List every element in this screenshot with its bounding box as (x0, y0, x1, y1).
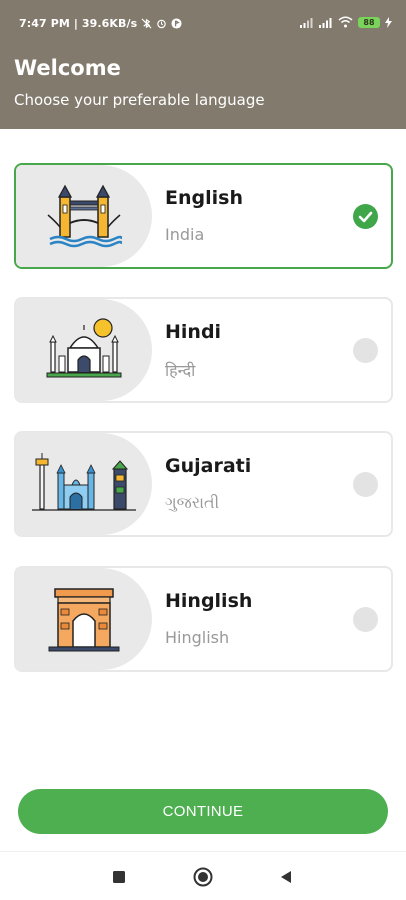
language-image-panel (16, 165, 152, 267)
language-card-gujarati[interactable]: Gujarati ગુજરાતી (14, 431, 393, 537)
back-button[interactable] (276, 867, 296, 887)
language-name: Gujarati (165, 455, 252, 477)
language-card-english[interactable]: English India (14, 163, 393, 269)
tower-bridge-icon (47, 184, 122, 248)
alarm-icon (157, 19, 167, 29)
charging-icon (385, 16, 392, 28)
bluetooth-off-icon (141, 18, 152, 29)
circle-icon (193, 867, 213, 887)
language-card-hindi[interactable]: Hindi हिन्दी (14, 297, 393, 403)
taj-mahal-icon (46, 318, 122, 378)
language-name: English (165, 187, 243, 209)
header-area: 7:47 PM | 39.6KB/s 88 Welcome Choose you… (0, 0, 406, 129)
back-triangle-icon (281, 871, 291, 883)
signal-icon (319, 17, 332, 28)
continue-button[interactable]: CONTINUE (18, 789, 388, 834)
language-image-panel (16, 568, 152, 670)
check-icon (358, 211, 373, 223)
wifi-icon (338, 16, 353, 28)
battery-level: 88 (363, 17, 375, 27)
recents-button[interactable] (109, 867, 129, 887)
language-image-panel (16, 299, 152, 401)
home-button[interactable] (193, 867, 213, 887)
india-gate-icon (48, 588, 120, 652)
page-title: Welcome (14, 56, 121, 80)
language-image-panel (16, 433, 152, 535)
radio-selected[interactable] (353, 204, 378, 229)
language-native-name: Hinglish (165, 628, 230, 647)
status-time-speed: 7:47 PM | 39.6KB/s (19, 17, 138, 30)
radio-unselected[interactable] (353, 472, 378, 497)
language-card-hinglish[interactable]: Hinglish Hinglish (14, 566, 393, 672)
signal-icon (300, 17, 313, 28)
language-name: Hindi (165, 321, 222, 343)
page-subtitle: Choose your preferable language (14, 91, 265, 109)
language-native-name: India (165, 225, 205, 244)
language-native-name: ગુજરાતી (165, 493, 220, 512)
language-name: Hinglish (165, 590, 253, 612)
gujarat-monuments-icon (32, 453, 136, 511)
language-native-name: हिन्दी (165, 361, 196, 380)
radio-unselected[interactable] (353, 607, 378, 632)
status-bar: 7:47 PM | 39.6KB/s 88 (0, 0, 406, 50)
app-notification-icon (171, 18, 182, 29)
battery-icon: 88 (358, 16, 380, 28)
system-nav-bar (0, 851, 406, 900)
radio-unselected[interactable] (353, 338, 378, 363)
square-icon (113, 871, 125, 883)
